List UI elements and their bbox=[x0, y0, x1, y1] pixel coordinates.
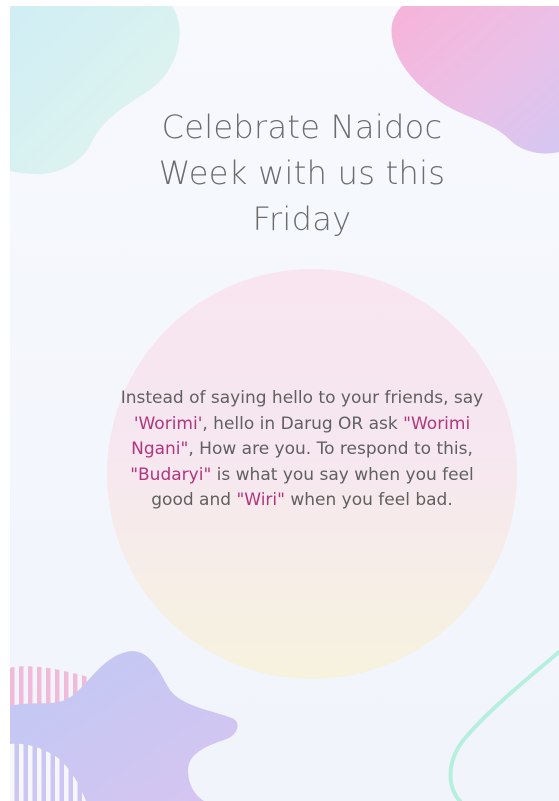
message-text-3: , How are you. To respond to this, bbox=[188, 439, 473, 460]
word-budaryi: "Budaryi" bbox=[130, 464, 212, 485]
word-worimi: 'Worimi' bbox=[133, 413, 203, 434]
naidoc-card: Celebrate Naidoc Week with us this Frida… bbox=[10, 6, 559, 801]
message-text-1: Instead of saying hello to your friends,… bbox=[120, 388, 484, 408]
event-title: Celebrate Naidoc Week with us this Frida… bbox=[90, 104, 514, 242]
title-line-3: Friday bbox=[252, 200, 352, 238]
curve-bottom-right bbox=[448, 650, 559, 801]
greeting-message: Instead of saying hello to your friends,… bbox=[118, 386, 486, 514]
word-wiri: "Wiri" bbox=[236, 490, 285, 511]
title-line-2: Week with us this bbox=[158, 154, 446, 192]
message-text-5: when you feel bad. bbox=[284, 490, 453, 511]
title-line-1: Celebrate Naidoc bbox=[161, 108, 443, 146]
message-text-2: , hello in Darug OR ask bbox=[202, 413, 404, 434]
